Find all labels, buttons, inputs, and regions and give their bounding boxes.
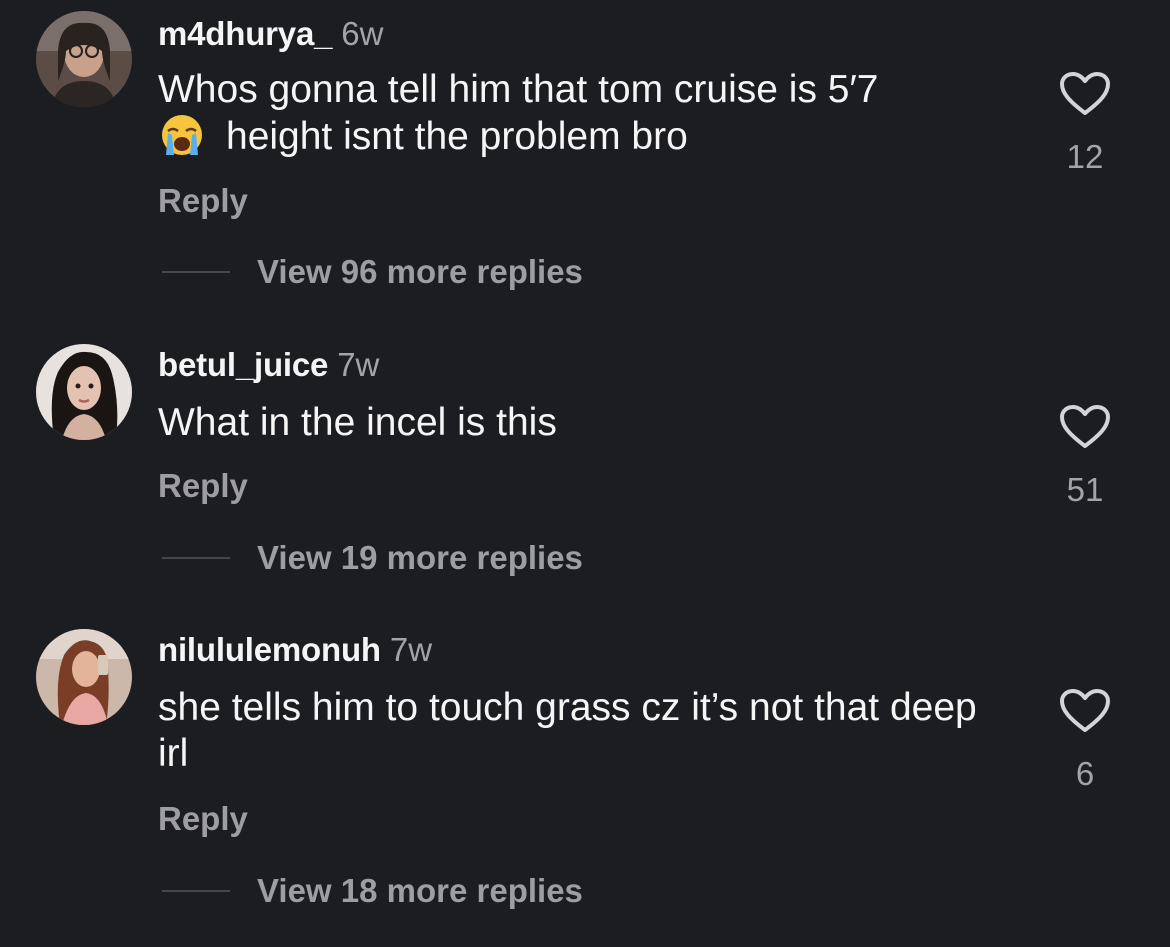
username[interactable]: nilululemonuh xyxy=(158,631,381,668)
avatar[interactable] xyxy=(36,629,132,725)
comment-text: Whos gonna tell him that tom cruise is 5… xyxy=(158,67,998,160)
avatar[interactable] xyxy=(36,11,132,107)
divider xyxy=(162,557,230,559)
view-replies-label: View 19 more replies xyxy=(257,539,583,576)
comment-header: nilululemonuh 7w xyxy=(158,630,432,670)
like-count: 51 xyxy=(1066,471,1104,508)
avatar[interactable] xyxy=(36,344,132,440)
timestamp: 7w xyxy=(337,346,380,383)
like-count: 6 xyxy=(1075,755,1095,792)
timestamp: 6w xyxy=(341,15,384,52)
comment-text-line: Whos gonna tell him that tom cruise is 5… xyxy=(158,68,879,111)
like-control[interactable]: 6 xyxy=(1050,688,1120,794)
username[interactable]: m4dhurya_ xyxy=(158,15,332,52)
heart-icon[interactable] xyxy=(1059,71,1111,117)
reply-button[interactable]: Reply xyxy=(158,799,248,839)
comment-text: she tells him to touch grass cz it’s not… xyxy=(158,686,977,775)
comment-text-line: height isnt the problem bro xyxy=(158,113,998,160)
username[interactable]: betul_juice xyxy=(158,346,328,383)
heart-icon[interactable] xyxy=(1059,404,1111,450)
like-count: 12 xyxy=(1066,138,1104,175)
comment-header: m4dhurya_ 6w xyxy=(158,14,383,54)
divider xyxy=(162,271,230,273)
view-replies-label: View 96 more replies xyxy=(257,253,583,290)
reply-button[interactable]: Reply xyxy=(158,181,248,221)
view-replies-label: View 18 more replies xyxy=(257,872,583,909)
heart-icon[interactable] xyxy=(1059,688,1111,734)
like-control[interactable]: 12 xyxy=(1050,71,1120,177)
comment-text: What in the incel is this xyxy=(158,401,557,444)
divider xyxy=(162,890,230,892)
loudly-crying-face-icon xyxy=(158,113,206,157)
timestamp: 7w xyxy=(389,631,433,668)
like-control[interactable]: 51 xyxy=(1050,404,1120,510)
comment-text-fragment: height isnt the problem bro xyxy=(226,115,688,158)
reply-button[interactable]: Reply xyxy=(158,466,248,506)
comment-header: betul_juice 7w xyxy=(158,345,379,385)
